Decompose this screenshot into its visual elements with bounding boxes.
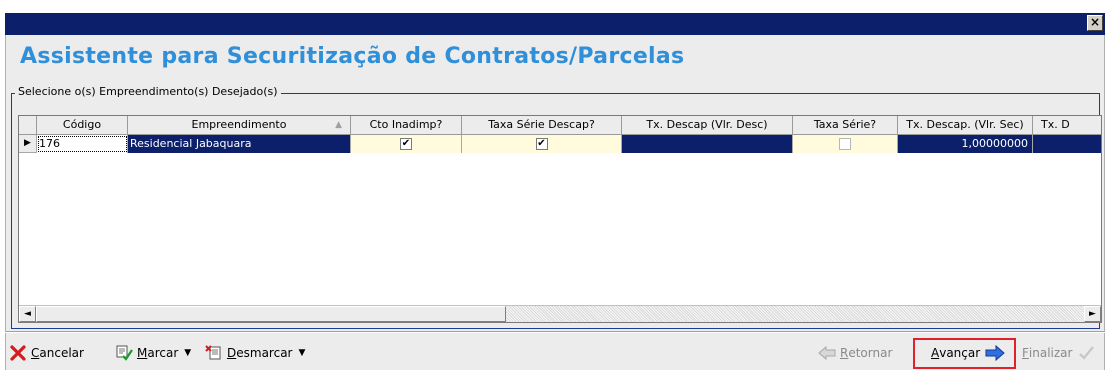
- window-titlebar: ×: [5, 13, 1105, 35]
- cell-taxa-serie-descap[interactable]: ✔: [462, 135, 622, 153]
- col-header-empreendimento[interactable]: Empreendimento ▲: [128, 116, 351, 135]
- scroll-track[interactable]: [506, 306, 1084, 322]
- cancel-button[interactable]: Cancelar: [9, 343, 84, 363]
- unmark-icon: [205, 344, 223, 362]
- unmark-dropdown-icon[interactable]: ▼: [298, 348, 305, 358]
- sort-ascending-icon: ▲: [335, 120, 342, 130]
- mark-dropdown-icon[interactable]: ▼: [184, 348, 191, 358]
- col-header-taxa-serie-descap[interactable]: Taxa Série Descap?: [462, 116, 622, 135]
- col-header-tx-descap-vlr-sec[interactable]: Tx. Descap. (Vlr. Sec): [898, 116, 1033, 135]
- back-button[interactable]: Retornar: [818, 343, 892, 363]
- horizontal-scrollbar[interactable]: ◄ ►: [19, 305, 1101, 322]
- next-button[interactable]: Avançar: [931, 343, 1005, 363]
- groupbox-title: Selecione o(s) Empreendimento(s) Desejad…: [15, 85, 281, 98]
- toolbar-divider: [5, 331, 1105, 333]
- cell-tx-descap-vlr-desc[interactable]: [622, 135, 793, 153]
- table-row[interactable]: ▶ 176 Residencial Jabaquara ✔ ✔ 1,000000…: [19, 135, 1101, 153]
- cto-inadimp-checkbox[interactable]: ✔: [400, 138, 412, 150]
- unmark-button[interactable]: Desmarcar ▼: [205, 343, 305, 363]
- cell-tx-descap-vlr-sec[interactable]: 1,00000000: [898, 135, 1033, 153]
- enterprise-grid[interactable]: Código Empreendimento ▲ Cto Inadimp? Taxa…: [18, 115, 1102, 323]
- col-header-tx-descap-vlr-desc[interactable]: Tx. Descap (Vlr. Desc): [622, 116, 793, 135]
- cell-codigo[interactable]: 176: [37, 135, 128, 153]
- cell-cto-inadimp[interactable]: ✔: [351, 135, 462, 153]
- finish-check-icon: [1077, 344, 1095, 362]
- back-arrow-icon: [818, 344, 836, 362]
- grid-header: Código Empreendimento ▲ Cto Inadimp? Taxa…: [19, 116, 1101, 135]
- col-header-tx-d[interactable]: Tx. D: [1033, 116, 1101, 135]
- close-button[interactable]: ×: [1087, 15, 1103, 31]
- wizard-title: Assistente para Securitização de Contrat…: [20, 44, 685, 69]
- col-header-codigo[interactable]: Código: [37, 116, 128, 135]
- col-header-cto-inadimp[interactable]: Cto Inadimp?: [351, 116, 462, 135]
- cell-taxa-serie[interactable]: [793, 135, 898, 153]
- cell-empreendimento[interactable]: Residencial Jabaquara: [128, 135, 351, 153]
- mark-button[interactable]: Marcar ▼: [115, 343, 191, 363]
- col-header-taxa-serie[interactable]: Taxa Série?: [793, 116, 898, 135]
- taxa-serie-checkbox[interactable]: [839, 138, 851, 150]
- current-row-arrow-icon: ▶: [19, 135, 37, 153]
- wizard-toolbar: Cancelar Marcar ▼ Desmarcar ▼ Retornar A…: [5, 336, 1105, 370]
- red-x-icon: [9, 344, 27, 362]
- scroll-right-button[interactable]: ►: [1084, 306, 1101, 322]
- cell-tx-d[interactable]: [1033, 135, 1101, 153]
- scroll-thumb[interactable]: [36, 306, 506, 322]
- taxa-serie-descap-checkbox[interactable]: ✔: [535, 138, 548, 150]
- scroll-left-button[interactable]: ◄: [19, 306, 36, 322]
- finish-button[interactable]: Finalizar: [1022, 343, 1095, 363]
- row-indicator-header: [19, 116, 37, 135]
- next-arrow-icon: [985, 344, 1005, 362]
- mark-check-icon: [115, 344, 133, 362]
